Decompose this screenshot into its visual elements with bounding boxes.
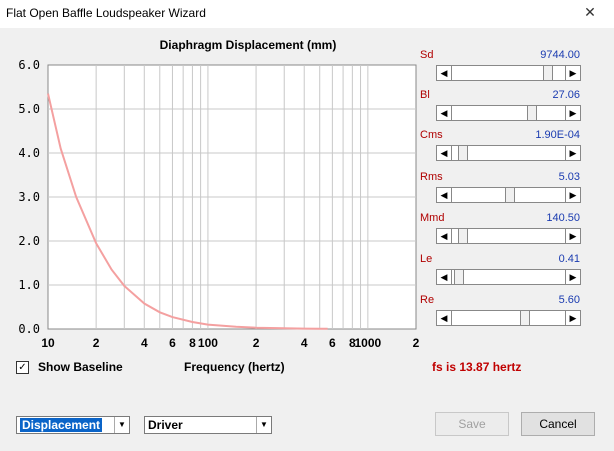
y-tick-label: 0.0 [18, 322, 40, 336]
chart-title: Diaphragm Displacement (mm) [160, 38, 337, 52]
scroll-thumb[interactable] [454, 270, 464, 284]
scroll-thumb[interactable] [543, 66, 553, 80]
scroll-left-icon[interactable]: ◀ [437, 66, 452, 80]
x-tick-label: 6 [169, 336, 176, 350]
displacement-chart: 0.01.02.03.04.05.06.010 2 4 6 8 100 2 4 6 81000 2D… [18, 38, 420, 350]
scroll-thumb[interactable] [527, 106, 537, 120]
scroll-left-icon[interactable]: ◀ [437, 106, 452, 120]
chevron-down-icon[interactable]: ▼ [114, 417, 129, 433]
scroll-left-icon[interactable]: ◀ [437, 311, 452, 325]
scroll-right-icon[interactable]: ▶ [565, 270, 580, 284]
source-value: Driver [148, 418, 183, 432]
cancel-button[interactable]: Cancel [521, 412, 595, 436]
scroll-thumb[interactable] [520, 311, 530, 325]
plot-type-select[interactable]: Displacement ▼ [16, 416, 130, 434]
x-tick-label: 100 [198, 336, 218, 350]
param-name: Sd [420, 49, 434, 61]
y-tick-label: 3.0 [18, 190, 40, 204]
param-scrollbar[interactable]: ◀ ▶ [436, 145, 581, 161]
param-value: 1.90E-04 [535, 129, 580, 141]
param-name: Rms [420, 171, 443, 183]
scroll-thumb[interactable] [505, 188, 515, 202]
param-value: 27.06 [552, 89, 580, 101]
scroll-left-icon[interactable]: ◀ [437, 270, 452, 284]
save-button[interactable]: Save [435, 412, 509, 436]
x-tick-label: 6 [329, 336, 336, 350]
chevron-down-icon[interactable]: ▼ [256, 417, 271, 433]
x-tick-label: 4 [301, 336, 308, 350]
scroll-right-icon[interactable]: ▶ [565, 311, 580, 325]
scroll-left-icon[interactable]: ◀ [437, 146, 452, 160]
scroll-right-icon[interactable]: ▶ [565, 188, 580, 202]
param-value: 0.41 [558, 253, 580, 265]
param-name: Mmd [420, 212, 445, 224]
param-scrollbar[interactable]: ◀ ▶ [436, 187, 581, 203]
param-scrollbar[interactable]: ◀ ▶ [436, 269, 581, 285]
param-value: 140.50 [546, 212, 580, 224]
x-tick-label: 1000 [355, 336, 382, 350]
scroll-thumb[interactable] [458, 229, 468, 243]
x-tick-label: 2 [413, 336, 420, 350]
x-axis-label: Frequency (hertz) [184, 360, 285, 374]
param-scrollbar[interactable]: ◀ ▶ [436, 65, 581, 81]
title-bar: Flat Open Baffle Loudspeaker Wizard ✕ [0, 0, 614, 28]
param-scrollbar[interactable]: ◀ ▶ [436, 105, 581, 121]
y-tick-label: 6.0 [18, 58, 40, 72]
param-name: Cms [420, 129, 443, 141]
param-value: 5.60 [558, 294, 580, 306]
param-name: Le [420, 253, 433, 265]
scroll-right-icon[interactable]: ▶ [565, 66, 580, 80]
param-name: Bl [420, 89, 430, 101]
y-tick-label: 5.0 [18, 102, 40, 116]
y-tick-label: 4.0 [18, 146, 40, 160]
fs-readout: fs is 13.87 hertz [432, 360, 522, 374]
x-tick-label: 10 [41, 336, 55, 350]
scroll-left-icon[interactable]: ◀ [437, 229, 452, 243]
param-scrollbar[interactable]: ◀ ▶ [436, 310, 581, 326]
scroll-left-icon[interactable]: ◀ [437, 188, 452, 202]
x-tick-label: 8 [189, 336, 196, 350]
scroll-right-icon[interactable]: ▶ [565, 229, 580, 243]
scroll-thumb[interactable] [458, 146, 468, 160]
close-icon[interactable]: ✕ [575, 2, 605, 22]
x-tick-label: 4 [141, 336, 148, 350]
x-tick-label: 2 [93, 336, 100, 350]
scroll-right-icon[interactable]: ▶ [565, 146, 580, 160]
window-title: Flat Open Baffle Loudspeaker Wizard [6, 6, 206, 20]
param-scrollbar[interactable]: ◀ ▶ [436, 228, 581, 244]
plot-type-value: Displacement [20, 418, 103, 432]
source-select[interactable]: Driver ▼ [144, 416, 272, 434]
param-value: 5.03 [558, 171, 580, 183]
show-baseline-label[interactable]: Show Baseline [38, 360, 123, 374]
y-tick-label: 1.0 [18, 278, 40, 292]
y-tick-label: 2.0 [18, 234, 40, 248]
param-value: 9744.00 [540, 49, 580, 61]
scroll-right-icon[interactable]: ▶ [565, 106, 580, 120]
x-tick-label: 2 [253, 336, 260, 350]
show-baseline-checkbox[interactable]: ✓ [16, 361, 29, 374]
param-name: Re [420, 294, 435, 306]
